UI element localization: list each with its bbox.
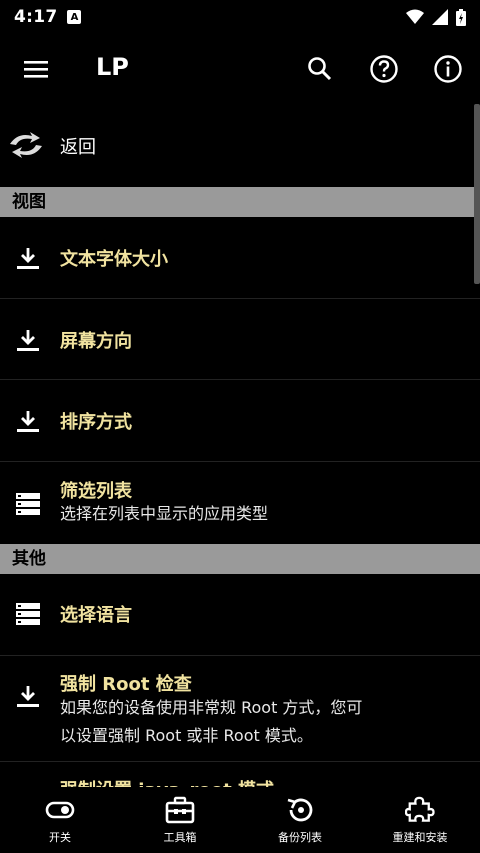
download-icon: [17, 686, 39, 707]
list-item-filter-list[interactable]: 筛选列表 选择在列表中显示的应用类型: [0, 462, 480, 544]
force-root-title: 强制 Root 检查: [60, 674, 192, 695]
status-bar: 4:17 A: [0, 0, 480, 34]
screen-orientation-title: 屏幕方向: [60, 331, 132, 352]
list-icon: [16, 603, 40, 625]
menu-icon[interactable]: [22, 55, 52, 83]
app-bar: LP: [0, 34, 480, 104]
force-root-subtitle-line1: 如果您的设备使用非常规 Root 方式，您可: [60, 698, 363, 717]
list-item-language[interactable]: 选择语言: [0, 574, 480, 656]
language-title: 选择语言: [60, 605, 132, 626]
scrollbar[interactable]: [474, 104, 480, 284]
bottom-navigation: 开关 工具箱 备份列表 重建和安装: [0, 787, 480, 853]
nav-label-switch: 开关: [49, 831, 71, 844]
settings-list[interactable]: 返回 视图 文本字体大小 屏幕方向 排序方式 筛选列表 选择在列表中显示的应用类…: [0, 104, 480, 787]
nav-item-switch[interactable]: 开关: [0, 787, 120, 853]
download-icon: [17, 411, 39, 432]
nav-item-toolbox[interactable]: 工具箱: [120, 787, 240, 853]
list-item-force-root[interactable]: 强制 Root 检查 如果您的设备使用非常规 Root 方式，您可 以设置强制 …: [0, 656, 480, 762]
puzzle-icon: [405, 796, 435, 822]
info-icon[interactable]: [432, 53, 464, 85]
nav-label-toolbox: 工具箱: [163, 831, 197, 844]
back-arrows-icon: [10, 132, 42, 158]
filter-list-subtitle: 选择在列表中显示的应用类型: [60, 504, 269, 523]
list-item-sort-mode[interactable]: 排序方式: [0, 380, 480, 462]
force-root-subtitle-line2: 以设置强制 Root 或非 Root 模式。: [60, 726, 313, 745]
list-item-back[interactable]: 返回: [0, 104, 480, 187]
toggle-icon: [45, 801, 75, 819]
font-size-title: 文本字体大小: [60, 249, 168, 270]
help-icon[interactable]: [368, 53, 400, 85]
app-title: LP: [96, 53, 129, 81]
backup-icon: [287, 798, 313, 822]
notification-icon: A: [67, 10, 82, 24]
nav-item-rebuild[interactable]: 重建和安装: [360, 787, 480, 853]
toolbox-icon: [165, 796, 195, 824]
status-icons: [406, 8, 466, 26]
download-icon: [17, 330, 39, 351]
list-item-force-java-root[interactable]: 强制设置 java_root 模式: [0, 762, 480, 787]
status-time: 4:17: [14, 7, 58, 27]
section-header-other: 其他: [0, 544, 480, 574]
sort-mode-title: 排序方式: [60, 412, 132, 433]
download-icon: [17, 248, 39, 269]
force-java-root-title: 强制设置 java_root 模式: [60, 776, 274, 787]
signal-icon: [432, 9, 448, 25]
list-item-screen-orientation[interactable]: 屏幕方向: [0, 299, 480, 380]
battery-icon: [456, 8, 466, 26]
nav-label-backup: 备份列表: [278, 831, 322, 844]
list-item-font-size[interactable]: 文本字体大小: [0, 217, 480, 299]
wifi-icon: [406, 9, 424, 24]
nav-item-backup[interactable]: 备份列表: [240, 787, 360, 853]
section-header-view: 视图: [0, 187, 480, 217]
list-icon: [16, 493, 40, 515]
back-label: 返回: [60, 137, 96, 158]
search-icon[interactable]: [304, 53, 336, 85]
nav-label-rebuild: 重建和安装: [392, 831, 448, 844]
